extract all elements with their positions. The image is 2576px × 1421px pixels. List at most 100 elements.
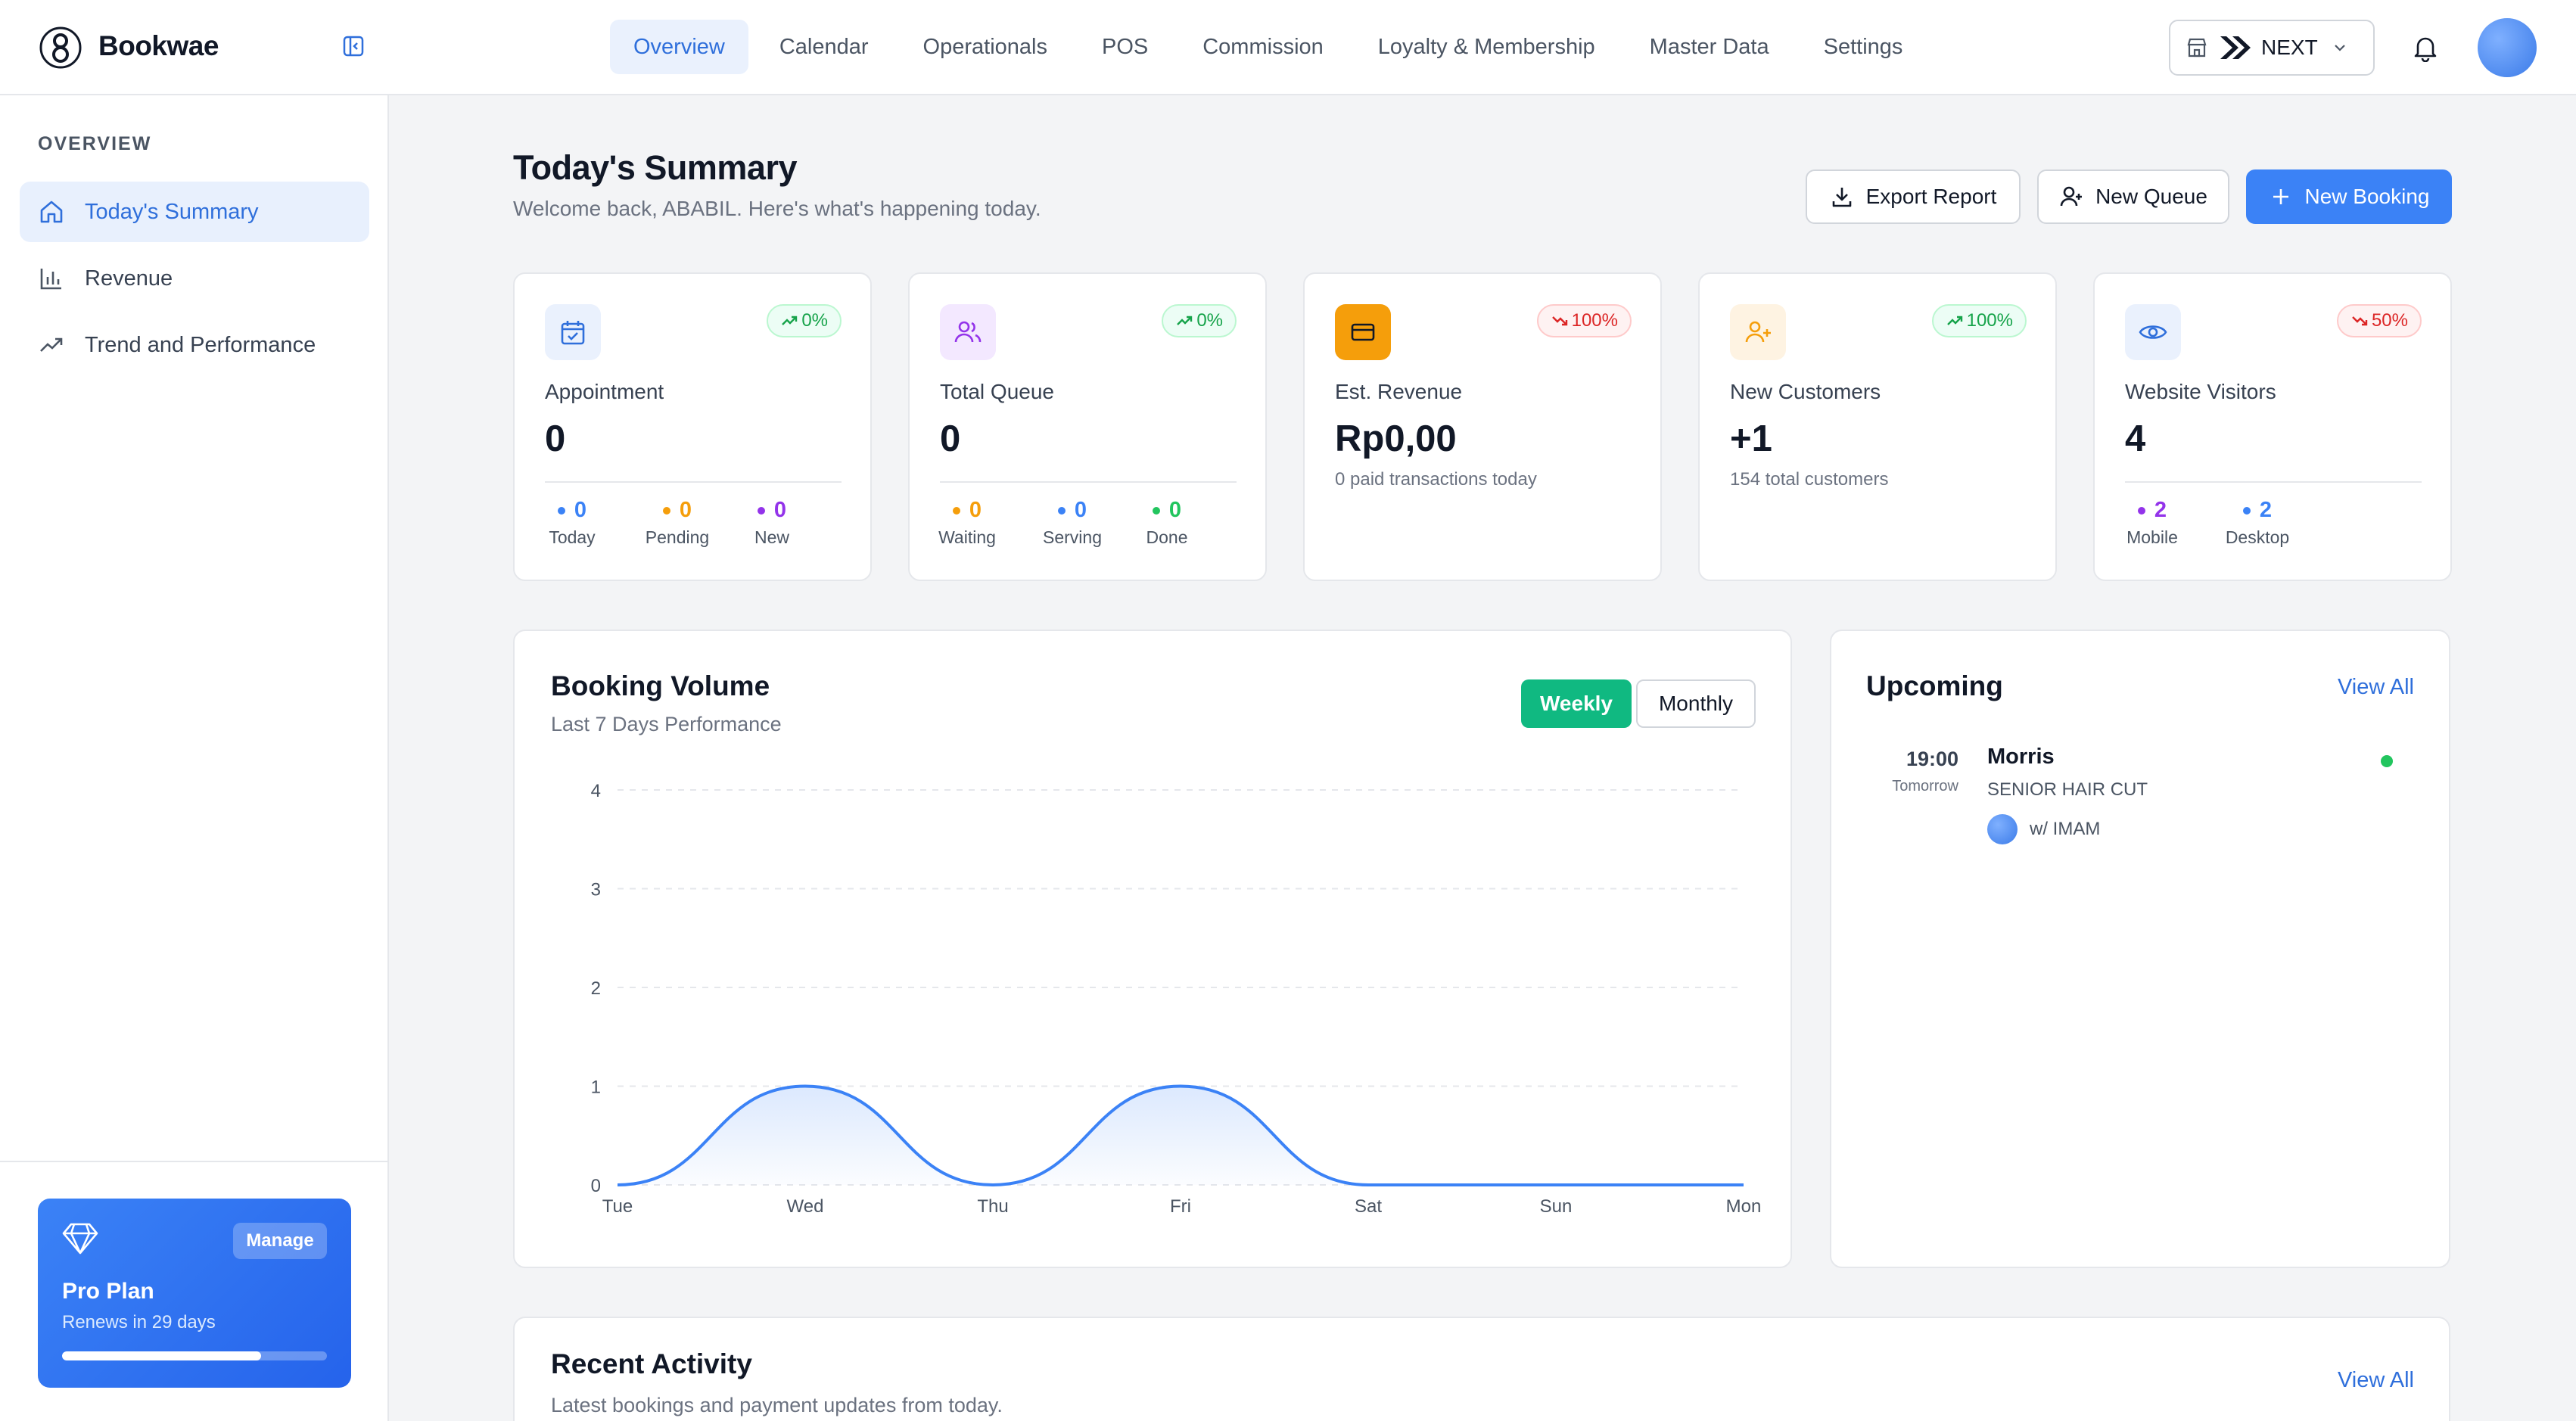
sidebar-item-label: Today's Summary	[85, 199, 259, 224]
new-queue-button[interactable]: New Queue	[2037, 169, 2229, 224]
series-area	[618, 1086, 1744, 1185]
store-select[interactable]: NEXT	[2169, 20, 2375, 76]
sidebar-item-label: Trend and Performance	[85, 332, 316, 357]
stat-sub-today: 0 Today	[549, 498, 596, 547]
home-icon	[40, 201, 63, 223]
nav-pos[interactable]: POS	[1078, 20, 1171, 74]
stat-card-total-queue: 0% Total Queue 0 0 Waiting 0 Serving 0 D…	[908, 272, 1267, 581]
x-tick-label: Sun	[1540, 1196, 1573, 1217]
upcoming-time: 19:00	[1906, 748, 1958, 770]
stat-divider	[2125, 481, 2422, 483]
calendar-check-icon	[545, 304, 601, 360]
plan-name: Pro Plan	[62, 1279, 154, 1304]
nav-calendar[interactable]: Calendar	[756, 20, 892, 74]
top-bar: Bookwae Overview Calendar Operationals P…	[0, 0, 2576, 95]
trend-up-icon	[782, 316, 798, 325]
sidebar-section-title: OVERVIEW	[38, 133, 152, 154]
sidebar-item-trend-performance[interactable]: Trend and Performance	[20, 315, 369, 375]
stat-card-est-revenue: 100% Est. Revenue Rp0,00 0 paid transact…	[1303, 272, 1662, 581]
stat-label: Est. Revenue	[1335, 380, 1463, 403]
bell-icon[interactable]	[2411, 33, 2440, 62]
sidebar-item-todays-summary[interactable]: Today's Summary	[20, 182, 369, 242]
plus-icon	[2273, 189, 2288, 204]
nav-master-data[interactable]: Master Data	[1626, 20, 1793, 74]
y-tick-label: 1	[591, 1077, 601, 1098]
x-tick-label: Tue	[602, 1196, 633, 1217]
booking-volume-subtitle: Last 7 Days Performance	[551, 713, 782, 735]
eye-icon	[2125, 304, 2181, 360]
store-logo-icon	[2220, 36, 2251, 59]
recent-activity-view-all-link[interactable]: View All	[2338, 1368, 2414, 1393]
export-report-label: Export Report	[1865, 185, 1997, 208]
nav-operationals[interactable]: Operationals	[900, 20, 1071, 74]
x-tick-label: Mon	[1726, 1196, 1762, 1217]
trend-down-icon	[2352, 316, 2368, 326]
trend-badge: 100%	[1536, 304, 1632, 337]
sidebar-collapse-icon[interactable]	[342, 35, 365, 58]
stat-value: 0	[940, 418, 961, 459]
x-tick-label: Fri	[1170, 1196, 1191, 1217]
user-plus-icon	[1730, 304, 1786, 360]
upcoming-staff: w/ IMAM	[2030, 819, 2101, 839]
plan-progress-bar	[62, 1351, 327, 1360]
trend-badge-value: 0%	[1196, 310, 1223, 331]
export-report-button[interactable]: Export Report	[1806, 169, 2021, 224]
stat-divider	[545, 481, 842, 483]
new-booking-button[interactable]: New Booking	[2246, 169, 2452, 224]
x-tick-label: Thu	[977, 1196, 1008, 1217]
sidebar: OVERVIEW Today's Summary Revenue Trend a…	[0, 95, 389, 1421]
weekly-toggle[interactable]: Weekly	[1521, 679, 1632, 728]
stat-label: Appointment	[545, 380, 664, 403]
nav-commission[interactable]: Commission	[1179, 20, 1347, 74]
bar-chart-icon	[40, 269, 61, 290]
trend-up-icon	[1177, 316, 1193, 325]
main-nav: Overview Calendar Operationals POS Commi…	[610, 20, 1934, 74]
page-subtitle: Welcome back, ABABIL. Here's what's happ…	[513, 197, 1041, 220]
trend-down-icon	[1551, 316, 1567, 326]
stat-sub-serving: 0 Serving	[1043, 498, 1102, 547]
trend-badge: 0%	[767, 304, 842, 337]
plan-progress-fill	[62, 1351, 261, 1360]
sidebar-divider	[0, 1161, 387, 1162]
new-queue-label: New Queue	[2095, 185, 2207, 208]
stat-sub-waiting: 0 Waiting	[938, 498, 996, 547]
nav-overview[interactable]: Overview	[610, 20, 748, 74]
trend-badge: 100%	[1931, 304, 2027, 337]
stat-label: Total Queue	[940, 380, 1054, 403]
stat-value: Rp0,00	[1335, 418, 1457, 459]
chevron-down-icon	[2334, 45, 2345, 51]
stat-card-new-customers: 100% New Customers +1 154 total customer…	[1698, 272, 2057, 581]
y-tick-label: 4	[591, 781, 601, 801]
trend-badge-value: 0%	[801, 310, 828, 331]
booking-volume-card: 0 1 2 3 4 Tue Wed Thu Fri Sat Sun Mon Booking Volum…	[513, 630, 1792, 1268]
stat-note: 0 paid transactions today	[1335, 469, 1537, 490]
sidebar-item-revenue[interactable]: Revenue	[20, 248, 369, 309]
stat-sub-new: 0 New	[754, 498, 789, 547]
manage-plan-button[interactable]: Manage	[233, 1223, 327, 1259]
stat-note: 154 total customers	[1730, 469, 1889, 490]
nav-settings[interactable]: Settings	[1800, 20, 1927, 74]
new-booking-label: New Booking	[2304, 185, 2430, 208]
upcoming-customer-name: Morris	[1987, 745, 2055, 769]
status-dot	[2381, 755, 2393, 767]
monthly-toggle[interactable]: Monthly	[1636, 679, 1756, 728]
diamond-icon	[62, 1223, 98, 1255]
store-icon	[2187, 38, 2207, 58]
user-plus-icon	[2060, 186, 2083, 207]
y-tick-label: 2	[591, 978, 601, 999]
store-select-label: NEXT	[2261, 36, 2318, 59]
recent-activity-card: Recent Activity Latest bookings and paym…	[513, 1317, 2450, 1421]
upcoming-item[interactable]: 19:00 Tomorrow Morris SENIOR HAIR CUT w/…	[1831, 745, 2452, 854]
trend-up-icon	[1946, 316, 1962, 325]
x-tick-label: Wed	[787, 1196, 824, 1217]
nav-loyalty-membership[interactable]: Loyalty & Membership	[1355, 20, 1619, 74]
bookwae-logo-icon	[39, 26, 82, 69]
trend-badge: 0%	[1162, 304, 1237, 337]
stat-sub-done: 0 Done	[1146, 498, 1188, 547]
trend-badge-value: 50%	[2371, 310, 2408, 331]
upcoming-view-all-link[interactable]: View All	[2338, 675, 2414, 700]
sidebar-item-label: Revenue	[85, 266, 173, 291]
user-avatar[interactable]	[2478, 18, 2537, 77]
stat-divider	[940, 481, 1237, 483]
upcoming-service: SENIOR HAIR CUT	[1987, 779, 2148, 800]
